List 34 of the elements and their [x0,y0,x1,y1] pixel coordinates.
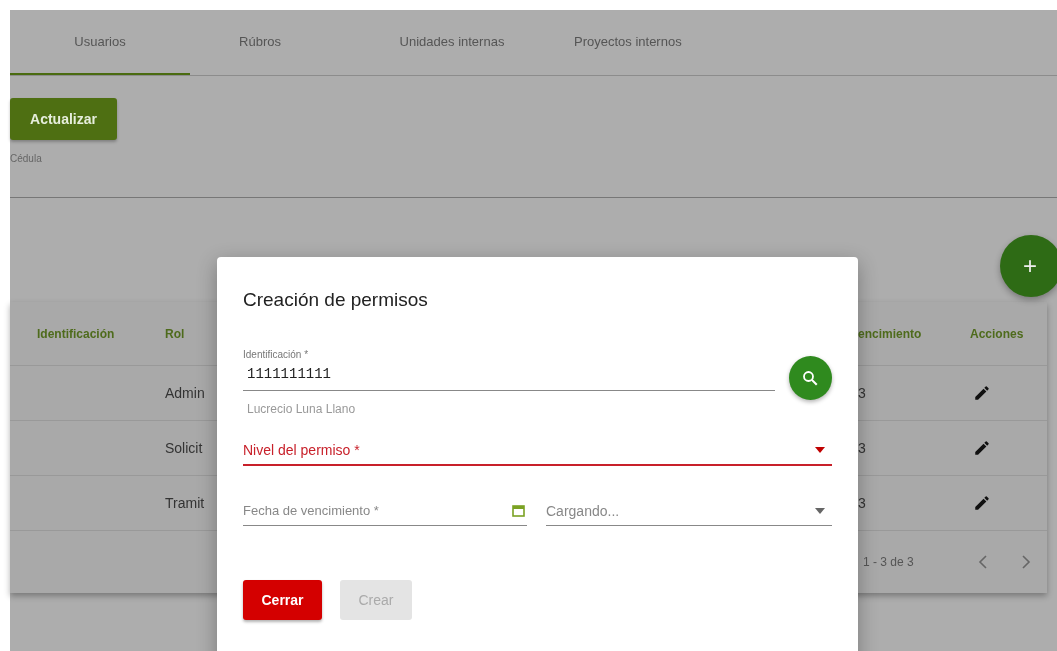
pencil-icon[interactable] [973,384,991,402]
previous-page-icon[interactable] [977,554,989,570]
search-button[interactable] [788,356,832,400]
column-header: Rol [165,326,186,341]
table-cell: 3 [858,385,866,401]
table-cell: 3 [858,440,866,456]
loading-select[interactable]: Cargando... [546,496,832,526]
tab[interactable]: Usuarios [10,10,190,75]
cedula-field[interactable]: Cédula [10,153,1057,198]
tab[interactable]: Proyectos internos [574,10,680,75]
tab[interactable]: Rúbros [190,10,330,75]
column-header: encimiento [858,326,922,341]
dialog-title: Creación de permisos [243,289,429,312]
dropdown-caret-icon [814,506,826,515]
refresh-button[interactable]: Actualizar [10,98,117,140]
column-header: Identificación [37,326,116,341]
pencil-icon[interactable] [973,494,991,512]
date-field[interactable]: Fecha de vencimiento * [243,496,527,526]
search-icon [801,369,820,387]
next-page-icon[interactable] [1020,554,1032,570]
table-cell: 3 [858,495,866,511]
permission-level-select[interactable]: Nivel del permiso * [243,436,832,466]
calendar-icon[interactable] [512,504,525,517]
name-hint: Lucrecio Luna Llano [246,402,357,416]
table-cell: Admin [165,385,205,401]
identification-field[interactable]: Identificación * 1111111111 [243,349,775,391]
pencil-icon[interactable] [973,439,991,457]
table-cell: Solicit [165,440,203,456]
table-cell: Tramit [165,495,205,511]
dialog-button[interactable]: Cerrar [243,580,322,620]
column-header: Acciones [970,326,1025,341]
tab[interactable]: Unidades internas [330,10,574,75]
dropdown-caret-icon [814,446,826,454]
pagination-range: 1 - 3 de 3 [863,555,915,569]
